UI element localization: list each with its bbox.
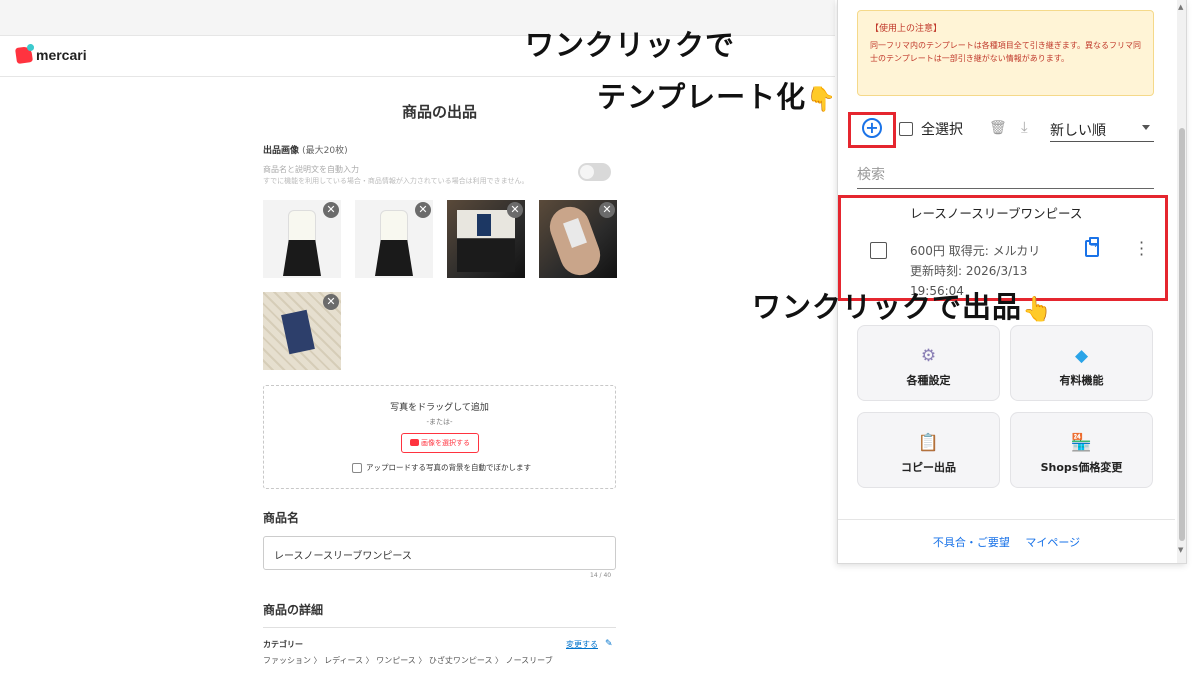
- diamond-icon: ◆: [1074, 346, 1089, 366]
- copy-listing-button[interactable]: 📋 コピー出品: [857, 412, 1000, 488]
- annotation-template-line1: ワンクリックで: [525, 28, 736, 62]
- dropzone-or: -または-: [426, 418, 453, 426]
- select-all-checkbox[interactable]: [899, 122, 913, 136]
- mercari-logo-icon: [14, 45, 34, 65]
- template-toolbar: + 全選択 🗑 ⤓ 新しい順: [857, 116, 1154, 144]
- blur-background-option[interactable]: アップロードする写真の背景を自動でぼかします: [352, 462, 531, 473]
- pointing-down-hand-icon: 👇: [806, 85, 838, 113]
- select-image-button[interactable]: 画像を選択する: [401, 433, 479, 453]
- photo-thumbnail-4[interactable]: ✕: [539, 200, 617, 278]
- mercari-logo[interactable]: mercari: [14, 45, 87, 65]
- clipboard-icon: 📋: [917, 433, 940, 453]
- auto-fill-note: すでに機能を利用している場合・商品情報が入力されている場合は利用できません。: [263, 177, 529, 185]
- annotation-listing-text: ワンクリックで出品: [752, 290, 1023, 324]
- settings-button[interactable]: ⚙ 各種設定: [857, 325, 1000, 401]
- item-name-heading: 商品名: [263, 511, 300, 525]
- trash-icon[interactable]: 🗑: [989, 120, 1007, 136]
- logo-text: mercari: [36, 47, 87, 63]
- dress-skirt-shape: [283, 240, 321, 276]
- select-image-label: 画像を選択する: [421, 439, 470, 447]
- scroll-up-icon[interactable]: ▲: [1178, 3, 1183, 11]
- annotation-template-line2-text: テンプレート化: [597, 80, 807, 114]
- remove-photo-icon[interactable]: ✕: [507, 202, 523, 218]
- mypage-link[interactable]: マイページ: [1025, 536, 1080, 549]
- template-search-input[interactable]: 検索: [857, 159, 1154, 189]
- usage-notice: 【使用上の注意】 同一フリマ内のテンプレートは各種項目全て引き継ぎます。異なるフ…: [857, 10, 1154, 96]
- category-change-link[interactable]: 変更する: [566, 639, 598, 650]
- dress-top-shape: [380, 210, 408, 242]
- camera-icon: [410, 439, 419, 446]
- sort-value: 新しい順: [1050, 123, 1106, 139]
- shops-price-change-button[interactable]: 🏪 Shops価格変更: [1010, 412, 1153, 488]
- download-icon[interactable]: ⤓: [1021, 118, 1028, 136]
- copy-listing-label: コピー出品: [901, 461, 956, 474]
- auto-fill-title: 商品名と説明文を自動入力: [263, 165, 359, 174]
- paid-features-label: 有料機能: [1059, 374, 1104, 387]
- remove-photo-icon[interactable]: ✕: [599, 202, 615, 218]
- shops-price-change-label: Shops価格変更: [1040, 461, 1123, 474]
- scroll-down-icon[interactable]: ▼: [1178, 546, 1183, 554]
- shop-icon: 🏪: [1070, 433, 1093, 453]
- item-name-input[interactable]: レースノースリーブワンピース: [263, 536, 616, 570]
- item-detail-heading: 商品の詳細: [263, 603, 324, 617]
- blur-background-checkbox[interactable]: [352, 462, 362, 473]
- sort-select[interactable]: 新しい順: [1050, 116, 1154, 142]
- photo-thumbnail-2[interactable]: ✕: [355, 200, 433, 278]
- pointing-up-hand-icon: 👆: [1022, 295, 1053, 323]
- remove-photo-icon[interactable]: ✕: [415, 202, 431, 218]
- notice-body: 同一フリマ内のテンプレートは各種項目全て引き継ぎます。異なるフリマ同士のテンプレ…: [870, 41, 1141, 63]
- photo-thumbnail-5[interactable]: ✕: [263, 292, 341, 370]
- page-title: 商品の出品: [401, 103, 477, 121]
- annotation-template-line2: テンプレート化👇: [597, 74, 837, 116]
- paid-features-button[interactable]: ◆ 有料機能: [1010, 325, 1153, 401]
- photo-dropzone[interactable]: 写真をドラッグして追加 -または- 画像を選択する アップロードする写真の背景を…: [263, 385, 616, 489]
- category-label: カテゴリー: [263, 640, 303, 649]
- section-divider: [263, 627, 616, 628]
- select-all-label[interactable]: 全選択: [921, 119, 963, 139]
- category-breadcrumb: ファッション 〉 レディース 〉 ワンピース 〉 ひざ丈ワンピース 〉 ノースリ…: [263, 656, 553, 665]
- dropzone-text: 写真をドラッグして追加: [390, 403, 489, 413]
- images-label: 出品画像 (最大20枚): [263, 143, 348, 156]
- photo-tag: [477, 214, 491, 236]
- panel-footer: 不具合・ご要望 マイページ: [838, 534, 1175, 550]
- pencil-icon[interactable]: ✎: [605, 639, 613, 649]
- notice-title: 【使用上の注意】: [870, 24, 943, 34]
- dress-skirt-shape: [375, 240, 413, 276]
- remove-photo-icon[interactable]: ✕: [323, 202, 339, 218]
- scrollbar-thumb[interactable]: [1179, 128, 1185, 541]
- feedback-link[interactable]: 不具合・ご要望: [933, 536, 1010, 549]
- remove-photo-icon[interactable]: ✕: [323, 294, 339, 310]
- add-button-highlight: [848, 112, 896, 148]
- dress-top-shape: [288, 210, 316, 242]
- annotation-listing: ワンクリックで出品👆: [752, 284, 1053, 326]
- settings-label: 各種設定: [906, 374, 951, 387]
- blur-background-label: アップロードする写真の背景を自動でぼかします: [366, 463, 531, 472]
- auto-fill-toggle[interactable]: [578, 163, 611, 181]
- footer-divider: [838, 519, 1175, 520]
- photo-thumbnail-1[interactable]: ✕: [263, 200, 341, 278]
- gear-icon: ⚙: [920, 346, 937, 366]
- photo-thumbnail-3[interactable]: ✕: [447, 200, 525, 278]
- chevron-down-icon: [1142, 125, 1150, 130]
- item-name-counter: 14 / 40: [590, 572, 612, 579]
- images-label-sub: (最大20枚): [302, 146, 348, 156]
- images-label-text: 出品画像: [263, 146, 300, 156]
